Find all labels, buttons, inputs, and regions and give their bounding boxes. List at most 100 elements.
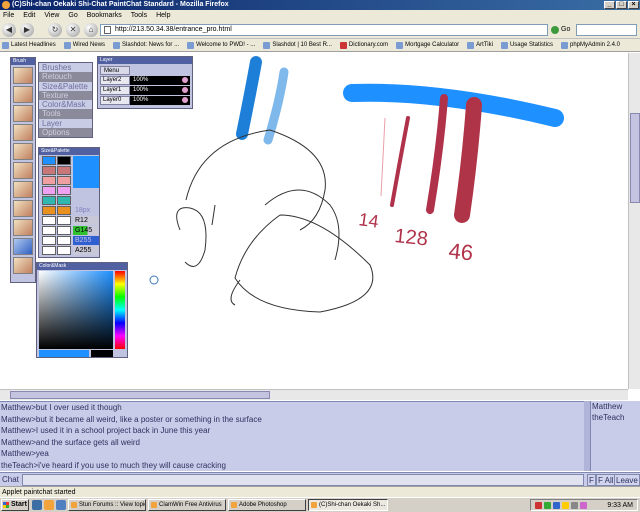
color-swatch[interactable] [57, 176, 71, 185]
menu-tools[interactable]: Tools [131, 10, 147, 21]
color-swatch[interactable] [42, 176, 56, 185]
leave-button[interactable]: Leave [614, 474, 640, 486]
bookmark-item[interactable]: ArtTiki [467, 39, 493, 51]
search-input[interactable] [576, 24, 637, 36]
alpha-value[interactable]: A255 [73, 246, 99, 255]
color-swatch[interactable] [57, 196, 71, 205]
green-value[interactable]: G145 [73, 226, 99, 235]
color-swatch[interactable] [42, 196, 56, 205]
firefox-quicklaunch-icon[interactable] [44, 500, 54, 510]
airbrush-tool-icon[interactable] [13, 105, 33, 122]
menu-go[interactable]: Go [68, 10, 77, 21]
color-swatch[interactable] [42, 206, 56, 215]
color-swatch[interactable] [42, 216, 56, 225]
maximize-button[interactable]: □ [616, 1, 627, 9]
bookmark-item[interactable]: Dictionary.com [339, 39, 388, 51]
color-mask-palette[interactable]: Color&Mask [36, 262, 128, 358]
bookmark-item[interactable]: phpMyAdmin 2.4.0 [560, 39, 620, 51]
window-titlebar[interactable]: (C)Shi-chan Oekaki Shi-Chat PaintChat St… [0, 0, 640, 10]
reload-icon[interactable]: ↻ [48, 23, 62, 37]
bookmark-item[interactable]: Usage Statistics [500, 39, 553, 51]
bookmark-item[interactable]: Wired News [63, 39, 105, 51]
layer-palette[interactable]: Layer Menu Layer2 100% Layer1 100% Layer… [97, 56, 193, 109]
color-swatch[interactable] [57, 206, 71, 215]
url-bar[interactable]: http://213.50.34.38/entrance_pro.html [100, 24, 548, 36]
blue-value[interactable]: B255 [73, 236, 99, 245]
menu-item-color-mask[interactable]: Color&Mask [39, 100, 92, 109]
water-tool-icon[interactable] [13, 238, 33, 255]
start-button[interactable]: Start [1, 499, 29, 511]
red-value[interactable]: R12 [73, 216, 99, 225]
visibility-icon[interactable] [180, 96, 190, 105]
tools-palette[interactable]: Brush [10, 57, 36, 283]
f-all-button[interactable]: F All [596, 474, 616, 486]
minimize-button[interactable]: _ [604, 1, 615, 9]
task-clamwin[interactable]: ClamWin Free Antivirus [148, 499, 226, 511]
bookmark-item[interactable]: Slashdot | 10 Best R... [263, 39, 332, 51]
bookmark-item[interactable]: Slashdot: News for ... [113, 39, 179, 51]
primary-color-swatch[interactable] [39, 350, 89, 357]
bookmark-item[interactable]: Mortgage Calculator [396, 39, 459, 51]
color-swatch[interactable] [42, 156, 56, 165]
smudge-tool-icon[interactable] [13, 181, 33, 198]
layer-opacity[interactable]: 100% [130, 76, 180, 85]
menu-help[interactable]: Help [156, 10, 170, 21]
color-swatch[interactable] [57, 166, 71, 175]
tray-icon[interactable] [562, 502, 569, 509]
pencil-tool-icon[interactable] [13, 67, 33, 84]
explorer-icon[interactable] [56, 500, 66, 510]
menu-item-layer[interactable]: Layer [39, 119, 92, 128]
canvas-horizontal-scrollbar[interactable] [0, 389, 628, 400]
visibility-icon[interactable] [180, 76, 190, 85]
stop-icon[interactable]: ✕ [66, 23, 80, 37]
menu-edit[interactable]: Edit [23, 10, 35, 21]
menu-item-tools[interactable]: Tools [39, 109, 92, 119]
color-swatch[interactable] [57, 226, 71, 235]
back-icon[interactable]: ◀ [2, 23, 16, 37]
menu-file[interactable]: File [3, 10, 14, 21]
hue-slider[interactable] [115, 271, 125, 349]
color-swatch[interactable] [57, 246, 71, 255]
color-swatch[interactable] [42, 186, 56, 195]
user-item[interactable]: theTeach [591, 412, 640, 423]
color-swatch[interactable] [42, 226, 56, 235]
layer-opacity[interactable]: 100% [130, 86, 180, 95]
layer-menu-button[interactable]: Menu [100, 66, 130, 75]
blur-tool-icon[interactable] [13, 162, 33, 179]
user-item[interactable]: Matthew [591, 401, 640, 412]
bookmark-item[interactable]: Latest Headlines [2, 39, 56, 51]
secondary-color-swatch[interactable] [91, 350, 113, 357]
close-button[interactable]: × [628, 1, 639, 9]
forward-icon[interactable]: ▶ [20, 23, 34, 37]
desktop-icon[interactable] [32, 500, 42, 510]
menu-bookmarks[interactable]: Bookmarks [87, 10, 122, 21]
color-swatch[interactable] [42, 246, 56, 255]
tray-icon[interactable] [571, 502, 578, 509]
color-swatch[interactable] [42, 166, 56, 175]
fill-tool-icon[interactable] [13, 257, 33, 274]
task-photoshop[interactable]: Adobe Photoshop [228, 499, 306, 511]
bookmark-item[interactable]: Welcome to PWD! - ... [187, 39, 255, 51]
color-swatch[interactable] [42, 236, 56, 245]
task-shichan-oekaki[interactable]: (C)Shi-chan Oekaki Sh... [308, 499, 388, 511]
menu-item-size-palette[interactable]: Size&Palette [39, 82, 92, 91]
menu-view[interactable]: View [44, 10, 59, 21]
scroll-thumb[interactable] [630, 113, 640, 203]
color-swatch[interactable] [57, 156, 71, 165]
home-icon[interactable]: ⌂ [84, 23, 98, 37]
menu-item-brushes[interactable]: Brushes [39, 63, 92, 72]
pen-tool-icon[interactable] [13, 86, 33, 103]
chat-input[interactable] [22, 474, 584, 486]
brush-tool-icon[interactable] [13, 200, 33, 217]
menu-item-retouch[interactable]: Retouch [39, 72, 92, 82]
scroll-thumb[interactable] [10, 391, 270, 399]
tray-icon[interactable] [580, 502, 587, 509]
menu-item-options[interactable]: Options [39, 128, 92, 138]
go-button[interactable]: Go [551, 24, 573, 36]
current-color[interactable] [73, 156, 99, 188]
color-swatch[interactable] [57, 236, 71, 245]
dodge-tool-icon[interactable] [13, 219, 33, 236]
clock[interactable]: 9:33 AM [607, 500, 633, 511]
brush-size[interactable]: 18px [73, 206, 99, 215]
menu-item-texture[interactable]: Texture [39, 90, 92, 101]
